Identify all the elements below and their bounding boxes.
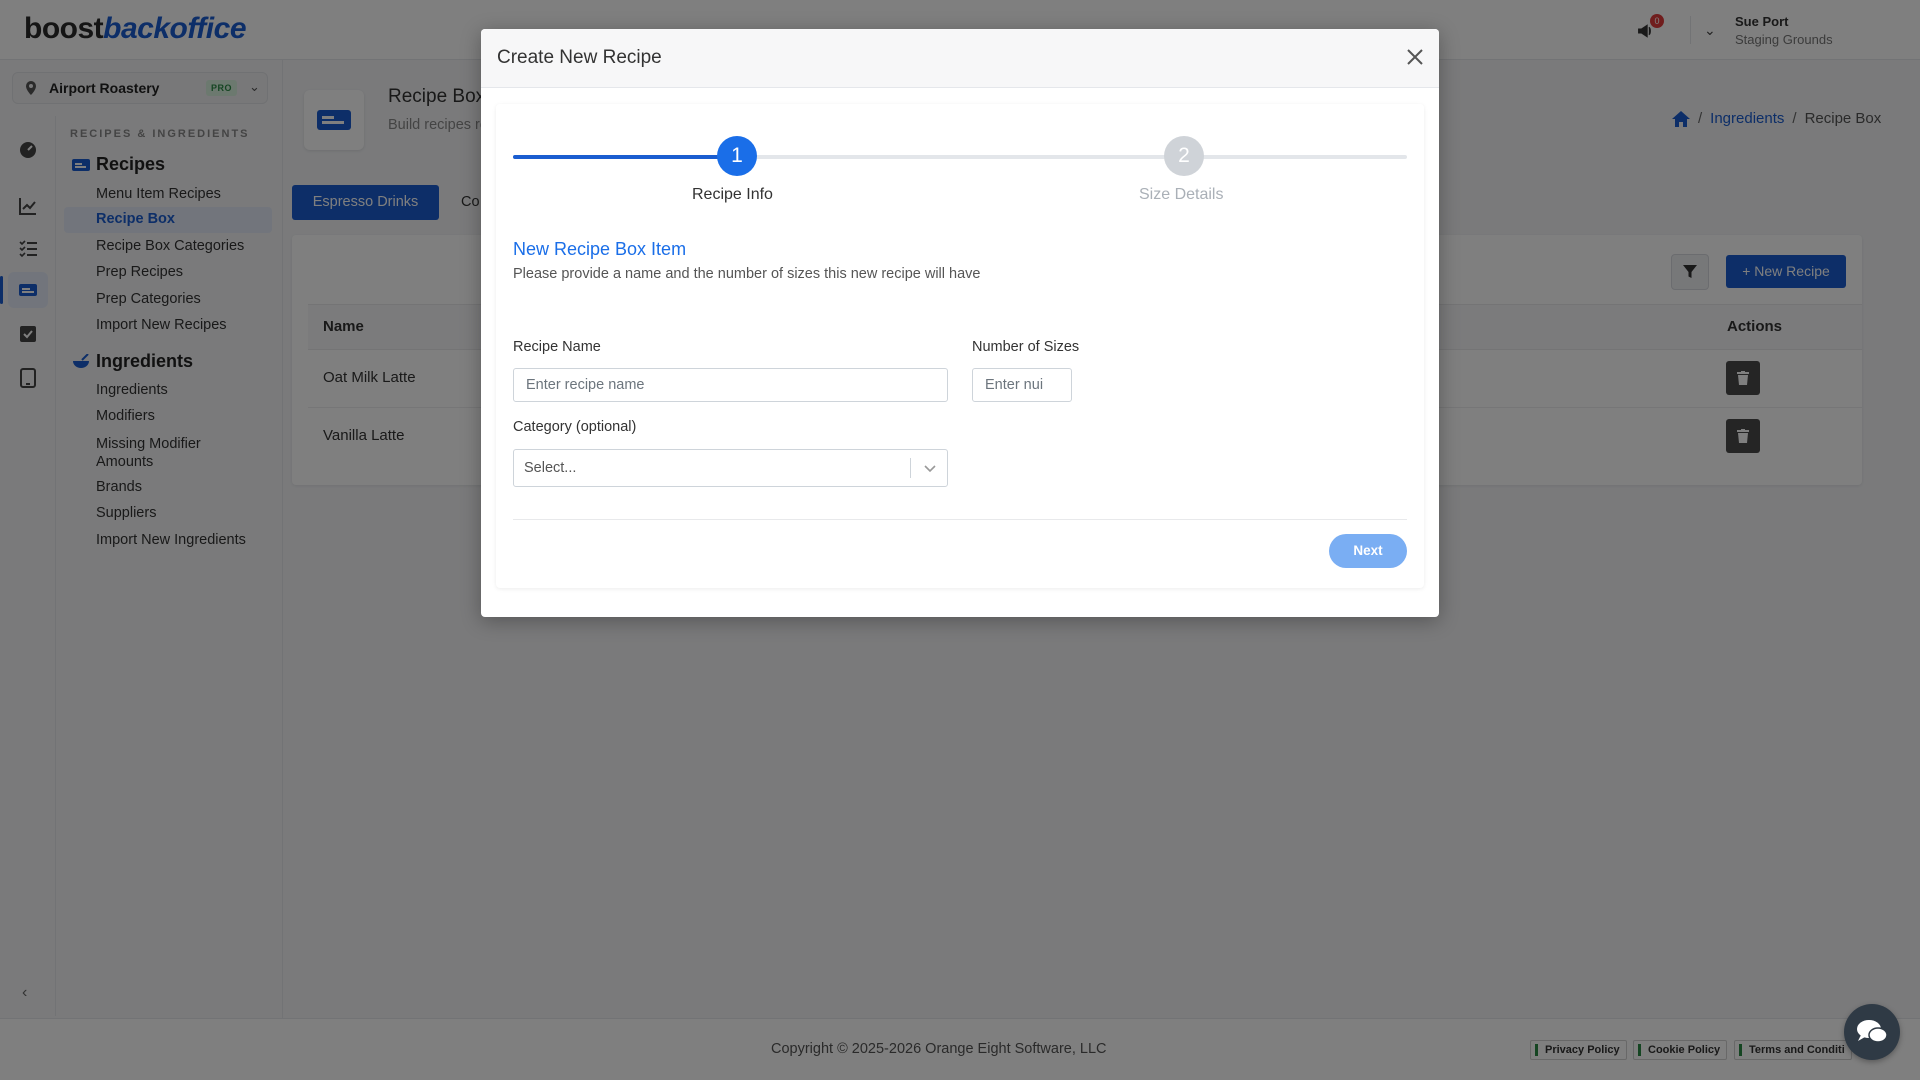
next-button[interactable]: Next [1329,534,1407,568]
category-select-value: Select... [524,460,577,476]
step-1-label: Recipe Info [692,186,773,203]
recipe-name-label: Recipe Name [513,339,601,355]
category-select[interactable]: Select... [513,449,948,487]
step-1-indicator[interactable]: 1 [717,136,757,176]
category-label: Category (optional) [513,419,637,435]
select-divider [910,458,911,478]
chevron-down-icon [924,465,936,473]
sizes-label: Number of Sizes [972,339,1080,355]
chat-icon [1857,1020,1888,1043]
step-2-label: Size Details [1139,186,1224,203]
number-of-sizes-input[interactable] [972,368,1072,402]
panel-divider [513,519,1407,520]
step-2-indicator[interactable]: 2 [1164,136,1204,176]
modal-header: Create New Recipe [481,29,1439,88]
create-recipe-modal: Create New Recipe 1 2 Recipe Info Size D… [481,29,1439,617]
recipe-name-input[interactable] [513,368,948,402]
modal-panel [496,104,1424,588]
modal-title: Create New Recipe [497,47,662,68]
section-description: Please provide a name and the number of … [513,266,981,282]
chat-button[interactable] [1844,1004,1900,1060]
close-icon[interactable] [1405,47,1425,67]
stepper-progress [513,155,735,159]
section-title: New Recipe Box Item [513,239,687,259]
